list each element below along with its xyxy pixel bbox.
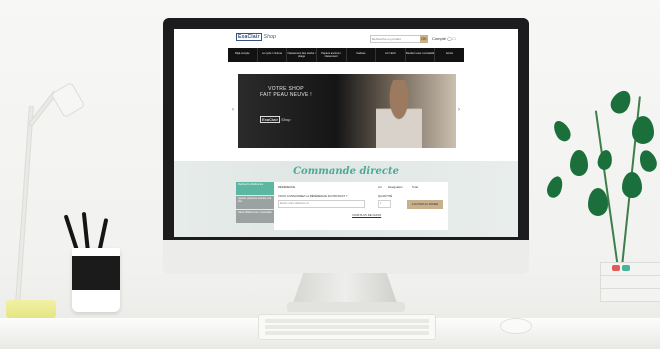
nav-item[interactable]: Rendez-vous / consolidé [406, 48, 436, 62]
monitor-foot [287, 302, 405, 312]
user-icon[interactable]: ◯ [447, 36, 451, 41]
tab-multiple[interactable]: Ajouter plusieurs articles à la fois [236, 196, 274, 209]
add-to-cart-button[interactable]: AJOUTER AU PANIER [407, 200, 443, 209]
leaf [588, 188, 608, 216]
mouse [500, 318, 532, 334]
more-choices-link[interactable]: VOIR PLUS DE CHOIX [352, 213, 381, 217]
col-art: Art [378, 185, 382, 189]
col-total: Total [412, 185, 418, 189]
leaf [632, 116, 654, 144]
leaf [596, 148, 614, 172]
lamp-arm [15, 106, 34, 304]
nav-item[interactable]: Art / Ecrit [376, 48, 406, 62]
search-button[interactable]: OK [420, 35, 428, 43]
website-screen: ExaClair Shop Recherche un produit OK Com… [174, 29, 518, 237]
lamp-base [6, 300, 56, 318]
nav-item[interactable]: Papiers anciens / classement [317, 48, 347, 62]
nav-item[interactable]: Classement des stocks / pliage [287, 48, 317, 62]
reference-label: RÉFÉRENCE [278, 185, 296, 189]
order-form: RÉFÉRENCE Art Désignation Total VOUS CON… [274, 182, 448, 230]
banner-logo: ExaClair Shop [260, 116, 291, 123]
monitor-chin [163, 240, 529, 274]
quantity-input[interactable]: 1 [378, 200, 391, 208]
nav-item[interactable]: Cadeau [347, 48, 377, 62]
pen-cup [72, 248, 120, 312]
main-nav: Déjà compte Le cycle / cinéma Classement… [228, 48, 464, 62]
question-text: VOUS CONNAISSEZ LA RÉFÉRENCE DU PRODUIT … [278, 194, 348, 198]
banner-photo [376, 80, 422, 148]
account-icons[interactable]: Compte ◯ □ [432, 36, 455, 41]
carousel-prev-icon[interactable]: ‹ [232, 107, 234, 113]
leaf [607, 87, 635, 117]
banner-headline: VOTRE SHOP FAIT PEAU NEUVE ! [260, 86, 312, 98]
cart-icon[interactable]: □ [453, 36, 455, 41]
section-title: Commande directe [293, 166, 399, 177]
tab-reference[interactable]: Recherche Référence [236, 182, 274, 195]
lamp-head [50, 81, 86, 119]
direct-order-section: Commande directe Recherche Référence Ajo… [174, 161, 518, 237]
monitor-stand [293, 273, 397, 303]
leaf [550, 117, 574, 145]
nav-item[interactable]: Le cycle / cinéma [258, 48, 288, 62]
nav-item[interactable]: Ecrire [435, 48, 464, 62]
desk-scene: ExaClair Shop Recherche un produit OK Com… [0, 0, 660, 349]
leaf [544, 174, 566, 200]
search-input[interactable]: Recherche un produit [370, 35, 421, 43]
col-designation: Désignation [388, 185, 403, 189]
tab-quantities[interactable]: Saisir Références / Quantités [236, 210, 274, 223]
reference-input[interactable]: Entrez votre référence ici [278, 200, 365, 208]
site-header: ExaClair Shop Recherche un produit OK Com… [174, 29, 518, 47]
carousel-next-icon[interactable]: › [458, 107, 460, 113]
keyboard [258, 314, 436, 340]
order-tabs: Recherche Référence Ajouter plusieurs ar… [236, 182, 274, 224]
site-logo[interactable]: ExaClair Shop [236, 33, 276, 41]
nav-item[interactable]: Déjà compte [228, 48, 258, 62]
leaf [636, 147, 660, 175]
leaf [622, 172, 642, 198]
leaf [570, 150, 588, 176]
book-stack [600, 262, 660, 310]
hero-banner[interactable]: VOTRE SHOP FAIT PEAU NEUVE ! ExaClair Sh… [238, 74, 456, 148]
quantity-label: QUANTITÉ [378, 194, 393, 198]
